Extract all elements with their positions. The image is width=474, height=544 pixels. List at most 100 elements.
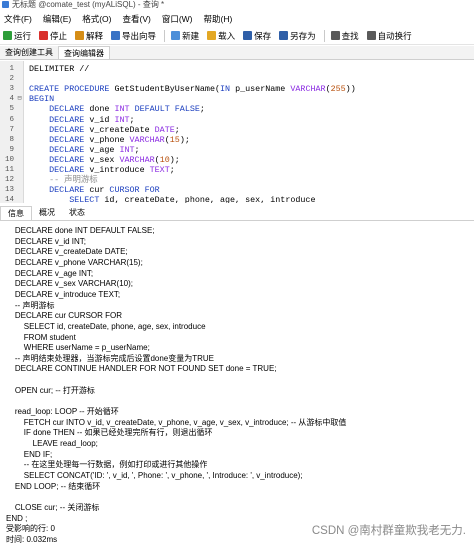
output-line: DECLARE v_age INT; bbox=[6, 268, 94, 278]
code-token: DECLARE bbox=[29, 114, 90, 125]
code-line: 14 SELECT id, createDate, phone, age, se… bbox=[0, 195, 474, 203]
code-text: DECLARE v_sex VARCHAR(10); bbox=[29, 155, 180, 165]
code-token: DECLARE bbox=[29, 185, 90, 196]
toolbar-button-5[interactable]: 载入 bbox=[207, 30, 235, 42]
code-text: DECLARE v_createDate DATE; bbox=[29, 125, 180, 135]
toolbar-button-label: 自动换行 bbox=[377, 30, 412, 41]
output-line: END IF; bbox=[6, 449, 53, 459]
watermark: CSDN @南村群童欺我老无力. bbox=[311, 525, 466, 537]
export-icon bbox=[111, 31, 121, 40]
query-editor[interactable]: 1 DELIMITER // 2 3 CREATE PROCEDURE GetStude… bbox=[0, 61, 474, 203]
output-line: CLOSE cur; -- 关闭游标 bbox=[6, 502, 100, 512]
code-token: done bbox=[89, 104, 115, 115]
toolbar-button-4[interactable]: 新建 bbox=[171, 30, 199, 42]
toolbar-button-8[interactable]: 查找 bbox=[330, 30, 359, 42]
line-number: 4 bbox=[9, 95, 14, 104]
window-title: 无标题 @comate_test (myALiSQL) - 查询 * bbox=[12, 0, 165, 9]
code-token: DATE bbox=[154, 124, 175, 135]
code-token: VARCHAR bbox=[290, 84, 326, 95]
fold-toggle-icon[interactable]: ⊟ bbox=[16, 94, 23, 104]
output-line: FETCH cur INTO v_id, v_createDate, v_pho… bbox=[6, 417, 347, 427]
code-line: 13 DECLARE cur CURSOR FOR bbox=[0, 185, 474, 195]
menu-item-2[interactable]: 格式(O) bbox=[82, 13, 111, 25]
code-token: ; bbox=[129, 114, 135, 125]
code-token: DECLARE bbox=[29, 124, 90, 135]
output-line: -- 声明结束处理器，当游标完成后设置done变量为TRUE bbox=[6, 353, 215, 363]
line-number: 11 bbox=[4, 166, 14, 174]
code-token: cur bbox=[89, 185, 110, 196]
toolbar-button-2[interactable]: 解释 bbox=[75, 30, 103, 42]
code-line: 12 -- 声明游标 bbox=[0, 175, 474, 185]
menu-item-3[interactable]: 查看(V) bbox=[122, 13, 150, 25]
toolbar-separator bbox=[323, 29, 325, 42]
toolbar-button-label: 保存 bbox=[254, 30, 272, 41]
output-line: SELECT CONCAT('ID: ', v_id, ', Phone: ',… bbox=[6, 470, 303, 480]
window-title-bar: 无标题 @comate_test (myALiSQL) - 查询 * bbox=[0, 0, 474, 10]
output-line: FROM student bbox=[6, 332, 76, 342]
output-line: LEAVE read_loop; bbox=[6, 439, 98, 448]
result-tab-1[interactable]: 概况 bbox=[32, 206, 62, 220]
code-text: DECLARE v_phone VARCHAR(15); bbox=[29, 135, 190, 145]
explain-icon bbox=[75, 31, 85, 40]
result-tab-0[interactable]: 信息 bbox=[0, 206, 32, 220]
line-number: 8 bbox=[9, 135, 14, 144]
output-line: DECLARE v_phone VARCHAR(15); bbox=[6, 257, 143, 267]
code-text: CREATE PROCEDURE GetStudentByUserName(IN… bbox=[29, 84, 356, 94]
code-token: v_createDate bbox=[89, 124, 155, 135]
line-number: 9 bbox=[9, 145, 14, 154]
output-line: IF done THEN -- 如果已经处理完所有行，则退出循环 bbox=[6, 428, 213, 438]
code-token: INT bbox=[114, 104, 135, 115]
toolbar-button-9[interactable]: 自动换行 bbox=[366, 30, 412, 42]
output-line: 时间: 0.032ms bbox=[6, 534, 58, 544]
doc-tab-1[interactable]: 查询编辑器 bbox=[58, 46, 110, 59]
toolbar-button-7[interactable]: 另存为 bbox=[279, 30, 316, 42]
code-token: IN bbox=[220, 84, 236, 95]
output-line: DECLARE v_id INT; bbox=[6, 236, 87, 246]
toolbar-button-1[interactable]: 停止 bbox=[39, 30, 67, 42]
toolbar-button-6[interactable]: 保存 bbox=[243, 30, 271, 42]
code-token: ); bbox=[169, 154, 180, 165]
code-token: DECLARE bbox=[29, 104, 90, 115]
menu-item-4[interactable]: 窗口(W) bbox=[162, 13, 193, 25]
output-line: -- 在这里处理每一行数据，例如打印或进行其他操作 bbox=[6, 460, 208, 470]
code-token: 15 bbox=[169, 134, 180, 145]
code-token: id, createDate, phone, age, sex, introdu… bbox=[104, 195, 316, 203]
line-number: 5 bbox=[9, 105, 14, 114]
toolbar-button-label: 运行 bbox=[14, 30, 32, 41]
document-tabs: 查询创建工具 查询编辑器 bbox=[0, 46, 474, 60]
output-line: DECLARE v_introduce TEXT; bbox=[6, 289, 121, 299]
result-tab-2[interactable]: 状态 bbox=[62, 206, 92, 220]
code-token: DELIMITER // bbox=[29, 64, 90, 74]
toolbar-button-label: 导出向导 bbox=[122, 30, 157, 41]
code-token: v_age bbox=[89, 144, 120, 155]
load-icon bbox=[207, 31, 217, 40]
line-number: 10 bbox=[4, 155, 14, 164]
app-logo-icon bbox=[2, 1, 9, 8]
word-wrap-icon bbox=[366, 31, 376, 40]
line-number: 3 bbox=[9, 85, 14, 94]
toolbar-button-label: 解释 bbox=[86, 30, 104, 41]
code-token: -- 声明游标 bbox=[29, 175, 98, 186]
code-text: DECLARE done INT DEFAULT FALSE; bbox=[29, 104, 205, 114]
code-token: ; bbox=[199, 104, 205, 115]
output-line: -- 声明游标 bbox=[6, 300, 55, 310]
toolbar-button-0[interactable]: 运行 bbox=[3, 30, 31, 42]
code-text: DECLARE v_id INT; bbox=[29, 114, 135, 125]
code-token: GetStudentByUserName( bbox=[114, 84, 220, 95]
save-icon bbox=[243, 31, 253, 40]
code-text: -- 声明游标 bbox=[29, 175, 98, 185]
menu-item-5[interactable]: 帮助(H) bbox=[204, 13, 233, 25]
code-token: CURSOR FOR bbox=[109, 185, 160, 196]
output-line: WHERE userName = p_userName; bbox=[6, 343, 150, 353]
toolbar-button-3[interactable]: 导出向导 bbox=[111, 30, 156, 42]
menu-item-0[interactable]: 文件(F) bbox=[4, 13, 32, 25]
toolbar-button-label: 载入 bbox=[218, 30, 236, 41]
code-token: BEGIN bbox=[29, 94, 55, 105]
code-token: DEFAULT FALSE bbox=[134, 104, 200, 115]
code-token: DECLARE bbox=[29, 165, 90, 175]
doc-tab-0[interactable]: 查询创建工具 bbox=[0, 46, 58, 59]
line-number: 6 bbox=[9, 115, 14, 124]
menu-item-1[interactable]: 编辑(E) bbox=[43, 13, 71, 25]
toolbar-button-label: 停止 bbox=[50, 30, 68, 41]
code-text: SELECT id, createDate, phone, age, sex, … bbox=[29, 195, 315, 203]
